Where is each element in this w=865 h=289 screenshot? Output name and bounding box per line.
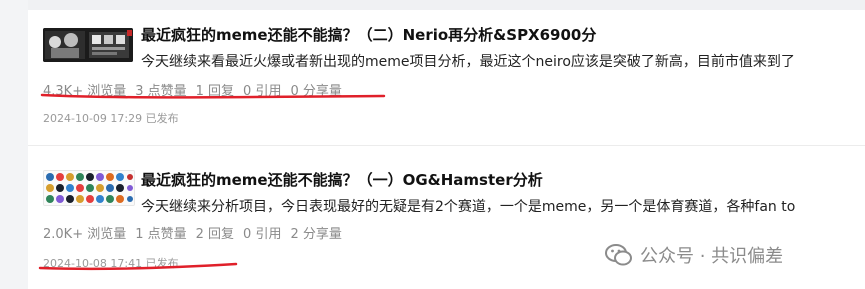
watermark-text: 公众号 · 共识偏差 [640, 246, 784, 267]
wechat-icon [605, 244, 632, 266]
article-title[interactable]: 最近疯狂的meme还能不能搞？（一）OG&Hamster分析 [141, 169, 543, 190]
article-stats: 2.0K+ 浏览量 1 点赞量 2 回复 0 引用 2 分享量 [43, 223, 342, 242]
publish-date: 2024-10-08 17:41 已发布 [43, 257, 179, 270]
quote-count: 0 引用 [243, 227, 282, 242]
watermark: 公众号 · 共识偏差 [604, 238, 783, 272]
article-summary: 今天继续来分析项目，今日表现最好的无疑是有2个赛道，一个是meme，另一个是体育… [141, 199, 796, 215]
quote-count: 0 引用 [243, 84, 282, 99]
page-left-edge [0, 0, 28, 289]
view-count: 4.3K+ 浏览量 [43, 84, 127, 99]
like-count: 3 点赞量 [135, 84, 187, 99]
publish-date: 2024-10-09 17:29 已发布 [43, 112, 179, 125]
article-title[interactable]: 最近疯狂的meme还能不能搞？（二）Nerio再分析&SPX6900分 [141, 24, 596, 45]
view-count: 2.0K+ 浏览量 [43, 227, 127, 242]
reply-count: 2 回复 [195, 227, 235, 242]
share-count: 0 分享量 [290, 84, 342, 99]
article-thumbnail[interactable] [43, 28, 133, 62]
reply-count: 1 回复 [195, 84, 235, 99]
article-thumbnail[interactable] [43, 170, 135, 206]
article-stats: 4.3K+ 浏览量 3 点赞量 1 回复 0 引用 0 分享量 [43, 80, 342, 99]
share-count: 2 分享量 [290, 227, 342, 242]
article-summary: 今天继续来看最近火爆或者新出现的meme项目分析，最近这个neiro应该是突破了… [141, 54, 795, 70]
like-count: 1 点赞量 [135, 227, 187, 242]
page-top-edge [0, 0, 865, 10]
article-item[interactable]: 最近疯狂的meme还能不能搞？（二）Nerio再分析&SPX6900分 今天继续… [28, 10, 865, 146]
